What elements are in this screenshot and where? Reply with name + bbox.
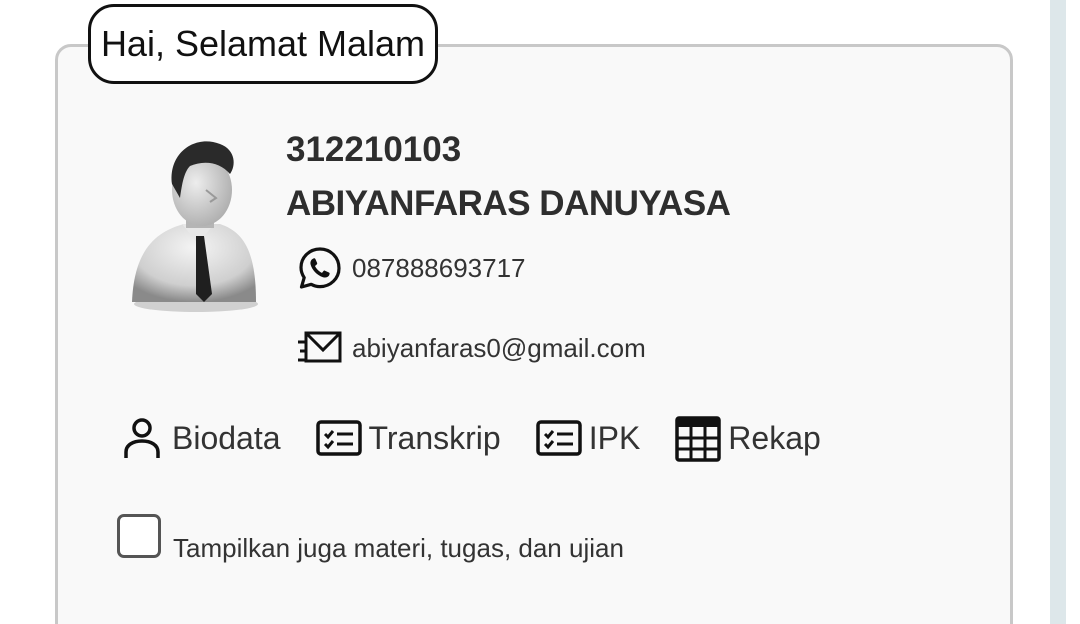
phone-row[interactable]: 087888693717 xyxy=(296,244,526,292)
greeting-label: Hai, Selamat Malam xyxy=(88,4,438,84)
menu-item-label: Biodata xyxy=(172,419,281,456)
checklist-icon xyxy=(535,414,583,462)
table-grid-icon xyxy=(674,414,722,462)
show-materials-label[interactable]: Tampilkan juga materi, tugas, dan ujian xyxy=(173,533,624,564)
menu-item-label: Rekap xyxy=(728,419,821,456)
show-materials-option: Tampilkan juga materi, tugas, dan ujian xyxy=(117,514,624,563)
mail-icon xyxy=(296,324,344,372)
menu-item-label: IPK xyxy=(588,419,641,456)
student-name: ABIYANFARAS DANUYASA xyxy=(286,184,731,223)
phone-number: 087888693717 xyxy=(352,252,526,283)
show-materials-checkbox[interactable] xyxy=(117,514,161,558)
scrollbar[interactable] xyxy=(1050,0,1066,624)
menu-item-label: Transkrip xyxy=(368,419,501,456)
person-icon xyxy=(118,414,166,462)
menu-item-biodata[interactable]: Biodata xyxy=(118,414,281,462)
checklist-icon xyxy=(315,414,363,462)
email-address: abiyanfaras0@gmail.com xyxy=(352,332,646,363)
page: Hai, Selamat Malam 312210103 ABIYANFARAS… xyxy=(0,0,1080,624)
avatar xyxy=(124,132,264,316)
email-row[interactable]: abiyanfaras0@gmail.com xyxy=(296,324,646,372)
menu-item-transkrip[interactable]: Transkrip xyxy=(315,414,501,462)
menu-bar: Biodata Transkrip IPK Rekap xyxy=(118,414,855,462)
whatsapp-icon xyxy=(296,244,344,292)
student-id: 312210103 xyxy=(286,130,462,169)
menu-item-ipk[interactable]: IPK xyxy=(535,414,641,462)
menu-item-rekap[interactable]: Rekap xyxy=(674,414,821,462)
